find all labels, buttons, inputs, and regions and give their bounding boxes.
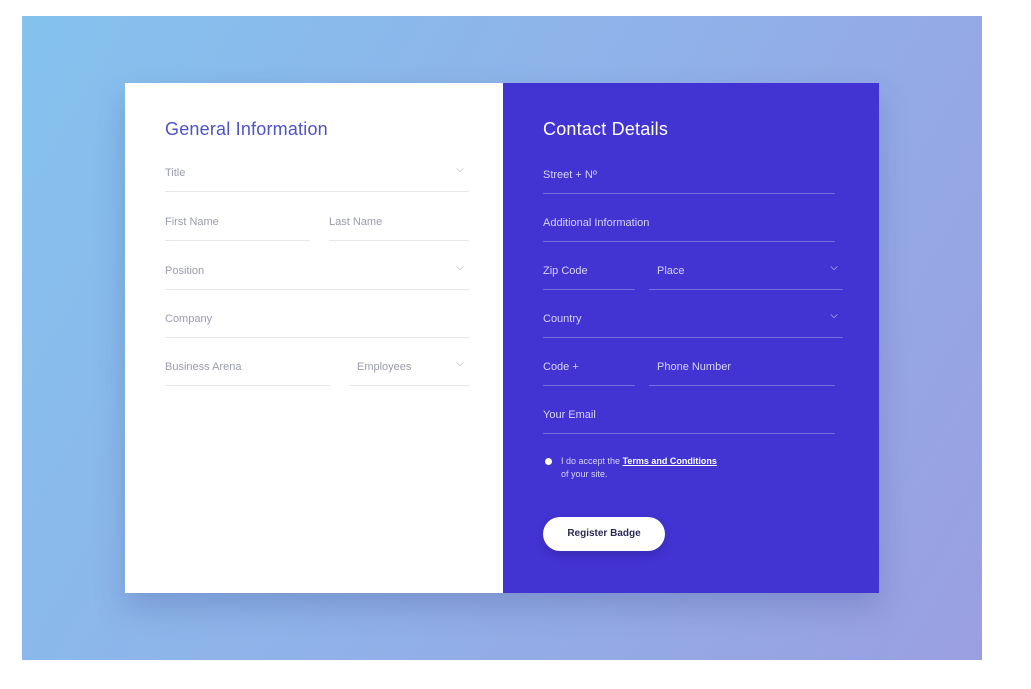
- additional-information-field[interactable]: Additional Information: [543, 205, 835, 242]
- terms-link[interactable]: Terms and Conditions: [623, 456, 717, 466]
- first-name-field[interactable]: First Name: [165, 204, 310, 241]
- last-name-placeholder: Last Name: [329, 216, 383, 228]
- street-placeholder: Street + Nº: [543, 169, 597, 181]
- employees-label: Employees: [357, 361, 412, 373]
- register-badge-button[interactable]: Register Badge: [543, 517, 665, 551]
- place-label: Place: [657, 265, 685, 277]
- chevron-down-icon[interactable]: ⌵: [453, 357, 467, 371]
- company-field[interactable]: Company: [165, 301, 469, 338]
- additional-information-placeholder: Additional Information: [543, 217, 650, 229]
- phone-number-placeholder: Phone Number: [657, 361, 731, 373]
- position-label: Position: [165, 265, 205, 277]
- first-name-placeholder: First Name: [165, 216, 219, 228]
- position-select[interactable]: Position ⌵: [165, 253, 469, 290]
- chevron-down-icon[interactable]: ⌵: [827, 309, 841, 323]
- contact-details-panel: Contact Details Street + Nº Additional I…: [503, 83, 879, 593]
- chevron-down-icon[interactable]: ⌵: [827, 261, 841, 275]
- country-select[interactable]: Country ⌵: [543, 301, 843, 338]
- zip-code-placeholder: Zip Code: [543, 265, 588, 277]
- consent-prefix: I do accept the: [561, 456, 621, 466]
- phone-number-field[interactable]: Phone Number: [649, 349, 835, 386]
- place-select[interactable]: Place ⌵: [649, 253, 843, 290]
- general-information-title: General Information: [165, 119, 328, 139]
- radio-dot-icon[interactable]: [545, 458, 552, 465]
- title-label: Title: [165, 167, 186, 179]
- consent-suffix: of your site.: [561, 469, 608, 479]
- title-select[interactable]: Title ⌵: [165, 155, 469, 192]
- background-stage: General Information Title ⌵ First Name L…: [22, 16, 982, 660]
- street-field[interactable]: Street + Nº: [543, 157, 835, 194]
- chevron-down-icon[interactable]: ⌵: [453, 163, 467, 177]
- last-name-field[interactable]: Last Name: [329, 204, 469, 241]
- country-label: Country: [543, 313, 582, 325]
- business-arena-placeholder: Business Arena: [165, 361, 242, 373]
- chevron-down-icon[interactable]: ⌵: [453, 261, 467, 275]
- email-field[interactable]: Your Email: [543, 397, 835, 434]
- general-information-panel: General Information Title ⌵ First Name L…: [125, 83, 503, 593]
- registration-card: General Information Title ⌵ First Name L…: [125, 83, 879, 593]
- business-arena-field[interactable]: Business Arena: [165, 349, 330, 386]
- country-code-field[interactable]: Code +: [543, 349, 635, 386]
- contact-details-title: Contact Details: [543, 119, 669, 139]
- consent-text: I do accept the Terms and Conditions of …: [561, 455, 801, 481]
- employees-select[interactable]: Employees ⌵: [349, 349, 469, 386]
- email-placeholder: Your Email: [543, 409, 596, 421]
- company-placeholder: Company: [165, 313, 213, 325]
- zip-code-field[interactable]: Zip Code: [543, 253, 635, 290]
- country-code-placeholder: Code +: [543, 361, 579, 373]
